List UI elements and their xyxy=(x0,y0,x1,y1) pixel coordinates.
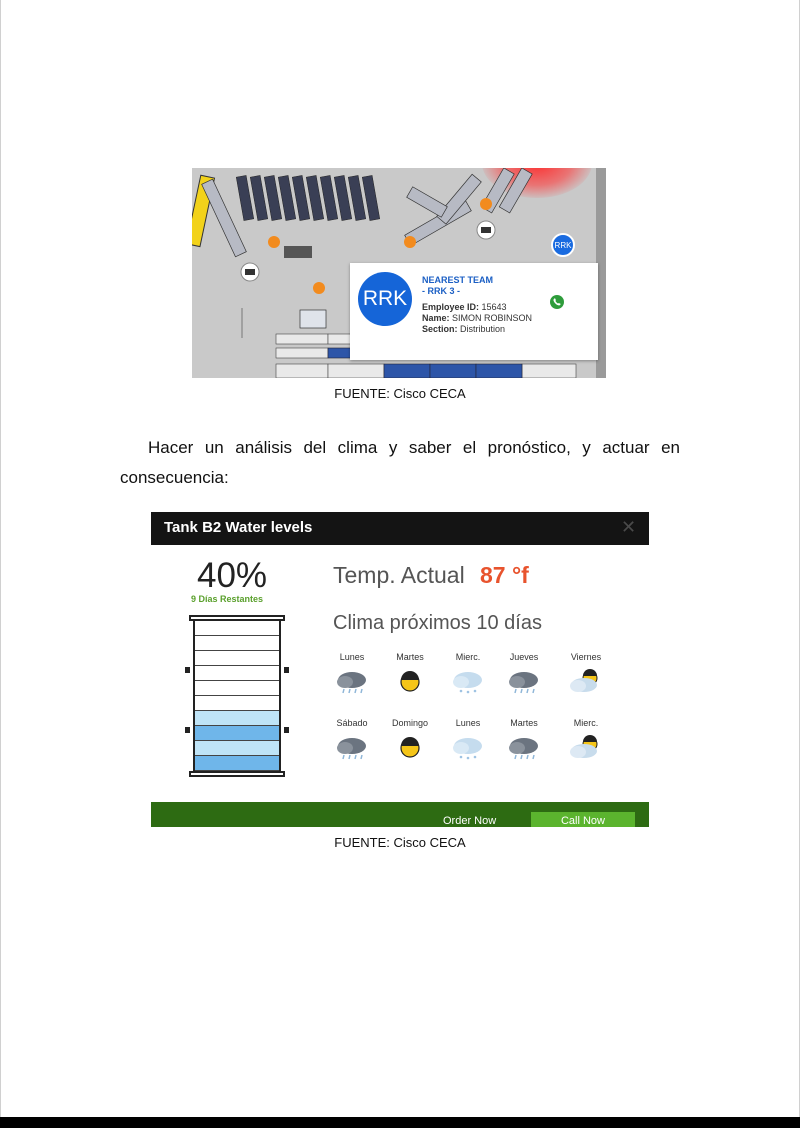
body-paragraph: Hacer un análisis del clima y saber el p… xyxy=(120,438,680,487)
tank-level-percent: 40% xyxy=(197,556,268,595)
forecast-day-name: Martes xyxy=(510,718,538,728)
order-now-button[interactable]: Order Now xyxy=(443,815,496,827)
close-icon[interactable]: ✕ xyxy=(621,518,636,536)
forecast-day: Domingo xyxy=(380,718,440,762)
employee-id: 15643 xyxy=(481,302,507,312)
forecast-day: Jueves xyxy=(494,652,554,696)
forecast-day-name: Mierc. xyxy=(573,718,599,728)
tank-segment xyxy=(195,666,279,681)
forecast-title: Clima próximos 10 días xyxy=(333,612,542,634)
forecast-day: Mierc. xyxy=(438,652,498,696)
tank-segment xyxy=(195,681,279,696)
rain-cloud-icon xyxy=(332,668,372,696)
forecast-day-name: Mierc. xyxy=(455,652,481,662)
tank-gauge xyxy=(185,615,289,777)
team-title: NEAREST TEAM - RRK 3 - xyxy=(422,275,493,297)
employee-name: SIMON ROBINSON xyxy=(452,313,533,323)
team-avatar[interactable]: RRK xyxy=(358,272,412,326)
tank-body xyxy=(193,621,281,771)
figure2-caption: FUENTE: Cisco CECA xyxy=(334,835,466,850)
snow-cloud-icon xyxy=(448,734,488,762)
days-left: 9 Días Restantes xyxy=(191,594,264,604)
tank-notch xyxy=(284,727,289,733)
tank-segment xyxy=(195,726,279,741)
tank-segment xyxy=(195,711,279,726)
name-label: Name: xyxy=(422,313,450,323)
temp-value: 87 °f xyxy=(480,562,529,588)
tank-notch xyxy=(284,667,289,673)
widget-header: Tank B2 Water levels ✕ xyxy=(151,512,649,545)
forecast-day: Lunes xyxy=(438,718,498,762)
forecast-day: Viernes xyxy=(556,652,616,696)
forecast-day-name: Martes xyxy=(396,652,424,662)
tank-notch xyxy=(185,667,190,673)
rain-cloud-icon xyxy=(332,734,372,762)
employee-id-label: Employee ID: xyxy=(422,302,480,312)
tank-segment xyxy=(195,651,279,666)
forecast-day: Martes xyxy=(380,652,440,696)
snow-cloud-icon xyxy=(448,668,488,696)
tank-widget: Tank B2 Water levels ✕ 40% 9 Días Restan… xyxy=(151,512,649,827)
partly-sunny-icon xyxy=(566,734,606,762)
partly-sunny-icon xyxy=(566,668,606,696)
rain-cloud-icon xyxy=(504,734,544,762)
sun-icon xyxy=(390,734,430,762)
tank-segment xyxy=(195,741,279,756)
rain-cloud-icon xyxy=(504,668,544,696)
forecast-day-name: Sábado xyxy=(336,718,368,728)
tank-notch xyxy=(185,727,190,733)
forecast-day-name: Lunes xyxy=(339,652,365,662)
tank-segment xyxy=(195,621,279,636)
forecast-day: Martes xyxy=(494,718,554,762)
forecast-day: Lunes xyxy=(322,652,382,696)
forecast-day-name: Lunes xyxy=(455,718,481,728)
team-info: Employee ID: 15643 Name: SIMON ROBINSON … xyxy=(422,302,542,335)
tank-segment xyxy=(195,756,279,771)
map-team-marker[interactable]: RRK xyxy=(551,233,575,257)
tank-bottom-cap xyxy=(189,771,285,777)
forecast-day-name: Jueves xyxy=(509,652,539,662)
call-now-button[interactable]: Call Now xyxy=(531,812,635,827)
team-title-line1: NEAREST TEAM xyxy=(422,275,494,285)
forecast-day: Sábado xyxy=(322,718,382,762)
forecast-day-name: Domingo xyxy=(391,718,429,728)
temp-label: Temp. Actual xyxy=(333,562,465,588)
forecast-day-name: Viernes xyxy=(570,652,602,662)
employee-section: Distribution xyxy=(460,324,506,334)
team-title-line2: - RRK 3 - xyxy=(422,286,460,296)
section-label: Section: xyxy=(422,324,458,334)
figure1-caption: FUENTE: Cisco CECA xyxy=(334,386,466,401)
widget-title: Tank B2 Water levels xyxy=(164,519,313,536)
tank-segment xyxy=(195,696,279,711)
sun-icon xyxy=(390,668,430,696)
phone-icon[interactable] xyxy=(550,295,564,309)
bottom-bar xyxy=(0,1117,800,1128)
forecast-day: Mierc. xyxy=(556,718,616,762)
tank-segment xyxy=(195,636,279,651)
